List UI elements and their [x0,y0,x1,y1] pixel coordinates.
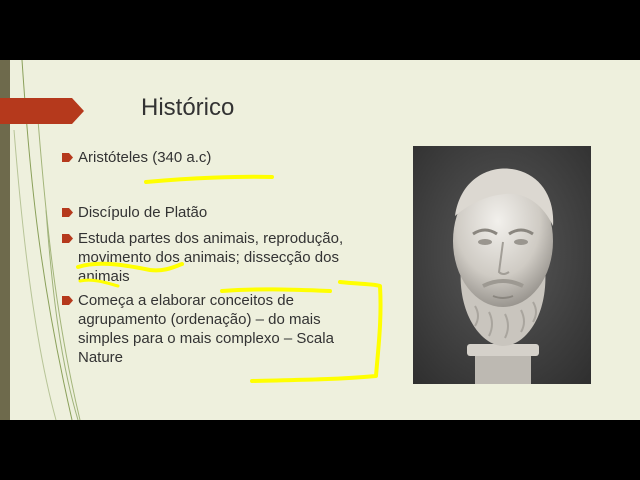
video-letterbox-bottom [0,420,640,480]
bullet-item: Discípulo de Platão [62,203,362,222]
bullet-text: Discípulo de Platão [78,204,208,221]
bullet-text: Estuda partes dos animais, reprodução, m… [78,230,344,285]
bullet-text: Aristóteles (340 a.c) [78,149,212,166]
video-letterbox-top [0,0,640,60]
bust-portrait-image [413,146,591,384]
bullet-item: Começa a elaborar conceitos de agrupamen… [62,291,362,367]
bullet-arrow-icon [62,153,73,162]
bullet-item: Aristóteles (340 a.c) [62,148,362,167]
bullet-arrow-icon [62,296,73,305]
bullet-text: Começa a elaborar conceitos de agrupamen… [78,292,334,366]
presentation-slide: Histórico Aristóteles (340 a.c) Discípul… [0,60,640,420]
title-ribbon-icon [0,98,84,124]
bullet-item: Estuda partes dos animais, reprodução, m… [62,229,362,286]
slide-title: Histórico [141,94,235,121]
bullet-arrow-icon [62,234,73,243]
bullet-arrow-icon [62,208,73,217]
